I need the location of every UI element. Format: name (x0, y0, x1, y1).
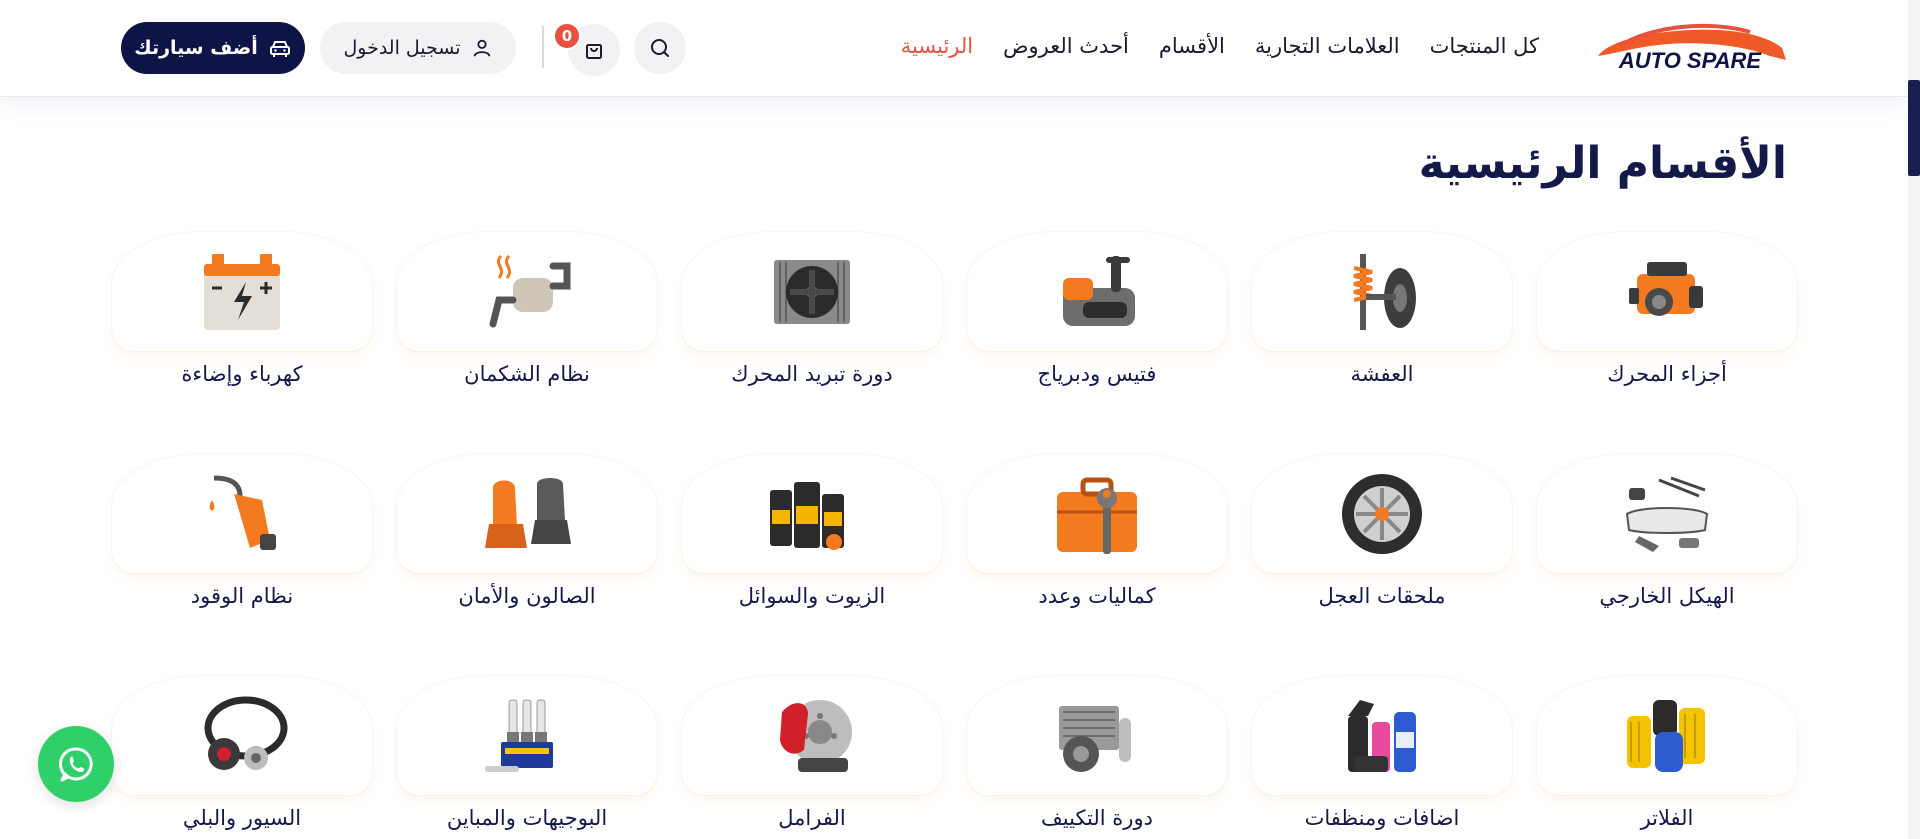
category-label: نظام الوقود (190, 584, 294, 608)
car-seat-icon (485, 478, 571, 548)
category-label: فتيس ودبرياج (1037, 362, 1157, 386)
spark-plugs-icon (485, 699, 553, 772)
shopping-bag-icon (586, 44, 602, 59)
category-card-fuel[interactable]: نظام الوقود (112, 454, 372, 608)
category-label: كهرباء وإضاءة (181, 362, 303, 386)
category-card-electrical[interactable]: كهرباء وإضاءة (112, 232, 372, 386)
cart-count-badge: 0 (553, 22, 581, 50)
cleaners-icon (1348, 700, 1416, 772)
section-title: الأقسام الرئيسية (1418, 138, 1787, 189)
nav-latest-offers[interactable]: أحدث العروض (1003, 34, 1129, 58)
whatsapp-chat-button[interactable] (38, 726, 114, 802)
category-label: السيور والبلي (182, 806, 302, 830)
search-icon (651, 39, 669, 57)
radiator-icon (774, 260, 850, 324)
nav-brands[interactable]: العلامات التجارية (1255, 34, 1400, 58)
login-label: تسجيل الدخول (343, 37, 461, 59)
category-label: دورة التكييف (1041, 806, 1153, 830)
transmission-icon (1063, 256, 1135, 326)
oil-icon (770, 482, 844, 550)
belts-icon (204, 696, 288, 770)
category-card-engine-parts[interactable]: أجزاء المحرك (1537, 232, 1797, 386)
scrollbar-thumb[interactable] (1908, 80, 1920, 176)
ac-compressor-icon (1059, 706, 1131, 772)
suspension-icon (1353, 254, 1416, 330)
wheel-icon (1342, 474, 1422, 554)
category-label: الزيوت والسوائل (738, 584, 886, 608)
body-parts-icon (1625, 476, 1709, 552)
nav-home[interactable]: الرئيسية (901, 34, 973, 58)
battery-icon (204, 254, 280, 330)
category-card-transmission[interactable]: فتيس ودبرياج (967, 232, 1227, 386)
whatsapp-icon (58, 747, 93, 782)
category-label: نظام الشكمان (464, 362, 590, 386)
search-button[interactable] (634, 22, 686, 74)
header-divider (542, 26, 544, 68)
fuel-nozzle-icon (209, 475, 276, 550)
category-card-brakes[interactable]: الفرامل (682, 676, 942, 830)
main-nav: الرئيسية أحدث العروض الأقسام العلامات ال… (901, 34, 1539, 58)
category-card-exhaust[interactable]: نظام الشكمان (397, 232, 657, 386)
category-label: الصالون والأمان (458, 584, 596, 608)
category-label: الفلاتر (1640, 806, 1694, 830)
category-label: الفرامل (778, 806, 846, 830)
category-label: كماليات وعدد (1038, 584, 1156, 608)
category-label: دورة تبريد المحرك (731, 362, 893, 386)
login-button[interactable]: تسجيل الدخول (320, 22, 516, 74)
engine-icon (1629, 262, 1703, 316)
category-card-spark-plugs[interactable]: البوجيهات والمباين (397, 676, 657, 830)
category-card-filters[interactable]: الفلاتر (1537, 676, 1797, 830)
category-label: العفشة (1350, 362, 1414, 386)
nav-categories[interactable]: الأقسام (1159, 34, 1225, 58)
category-label: اضافات ومنظفات (1304, 806, 1460, 830)
category-label: أجزاء المحرك (1607, 362, 1727, 386)
category-card-body[interactable]: الهيكل الخارجي (1537, 454, 1797, 608)
category-label: البوجيهات والمباين (446, 806, 608, 830)
category-card-additives-cleaners[interactable]: اضافات ومنظفات (1252, 676, 1512, 830)
category-card-oils[interactable]: الزيوت والسوائل (682, 454, 942, 608)
exhaust-icon (489, 254, 571, 328)
brakes-icon (780, 700, 852, 772)
category-card-ac[interactable]: دورة التكييف (967, 676, 1227, 830)
auto-spare-logo[interactable]: AUTO SPARE (1590, 18, 1790, 78)
category-card-tools[interactable]: كماليات وعدد (967, 454, 1227, 608)
toolbox-icon (1057, 477, 1137, 554)
user-icon (473, 39, 490, 57)
category-label: ملحقات العجل (1318, 584, 1446, 608)
nav-all-products[interactable]: كل المنتجات (1430, 34, 1539, 58)
add-car-label: أضف سيارتك (134, 37, 258, 59)
categories-grid: أجزاء المحرك العفشة فتيس ودبرياج دورة تب… (107, 232, 1797, 830)
category-label: الهيكل الخارجي (1599, 584, 1735, 608)
category-card-cooling[interactable]: دورة تبريد المحرك (682, 232, 942, 386)
category-card-belts-bearings[interactable]: السيور والبلي (112, 676, 372, 830)
page-scrollbar[interactable] (1908, 0, 1920, 839)
category-card-suspension[interactable]: العفشة (1252, 232, 1512, 386)
site-header: AUTO SPARE الرئيسية أحدث العروض الأقسام … (0, 0, 1908, 97)
logo-text: AUTO SPARE (1618, 48, 1763, 73)
car-icon (269, 41, 290, 57)
category-card-interior-safety[interactable]: الصالون والأمان (397, 454, 657, 608)
category-card-wheel-accessories[interactable]: ملحقات العجل (1252, 454, 1512, 608)
filters-icon (1627, 700, 1705, 772)
add-car-button[interactable]: أضف سيارتك (121, 22, 305, 74)
